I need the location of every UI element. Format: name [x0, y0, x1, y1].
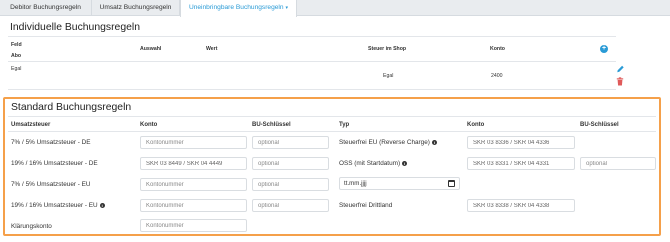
typ-label: Steuerfrei EU (Reverse Charge) i	[339, 139, 437, 146]
divider	[8, 36, 616, 37]
column-header-konto: Konto	[490, 46, 505, 52]
column-header-wert: Wert	[206, 46, 218, 52]
column-header-bu-schluessel: BU-Schlüssel	[252, 122, 291, 128]
row-label: Klärungskonto	[11, 223, 52, 230]
bu-schluessel-input[interactable]	[252, 136, 329, 149]
column-header-umsatzsteuer: Umsatzsteuer	[11, 122, 51, 128]
caret-down-icon: ▾	[285, 5, 289, 11]
info-icon[interactable]: i	[402, 160, 408, 166]
konto-input[interactable]	[140, 199, 247, 212]
cell-konto: 2400	[491, 73, 503, 79]
konto-input[interactable]	[140, 136, 247, 149]
konto-input[interactable]	[140, 157, 247, 170]
typ-label: Steuerfrei Drittland	[339, 202, 393, 209]
typ-text: OSS (mit Startdatum)	[339, 160, 401, 167]
column-header-konto: Konto	[140, 122, 158, 128]
cell-steuer-im-shop: Egal	[383, 73, 394, 79]
info-icon[interactable]: i	[431, 139, 437, 145]
column-header-typ: Typ	[339, 122, 350, 128]
divider	[8, 131, 656, 132]
row-label: 7% / 5% Umsatzsteuer - EU	[11, 181, 91, 188]
info-icon[interactable]: i	[99, 202, 105, 208]
date-placeholder: tt.mm.jjjj	[344, 180, 367, 187]
typ-text: Steuerfrei EU (Reverse Charge)	[339, 139, 430, 146]
konto-2-input[interactable]	[467, 136, 575, 149]
trash-icon[interactable]	[616, 77, 624, 86]
row-label: 19% / 16% Umsatzsteuer - EU i	[11, 202, 105, 209]
pencil-icon[interactable]	[616, 65, 625, 73]
typ-label: OSS (mit Startdatum) i	[339, 160, 408, 167]
tab-uneinbringbare-buchungsregeln[interactable]: Uneinbringbare Buchungsregeln ▾	[180, 0, 297, 17]
start-date-input[interactable]: tt.mm.jjjj	[339, 177, 460, 190]
calendar-icon[interactable]	[448, 180, 455, 187]
plus-circle-icon[interactable]: +	[600, 45, 608, 53]
individual-rules-title: Individuelle Buchungsregeln	[10, 22, 140, 33]
bu-schluessel-input[interactable]	[252, 178, 329, 191]
column-header-bu-schluessel-2: BU-Schlüssel	[580, 122, 619, 128]
standard-rules-title: Standard Buchungsregeln	[11, 102, 132, 113]
bu-schluessel-input[interactable]	[252, 199, 329, 212]
tab-label: Uneinbringbare Buchungsregeln	[188, 4, 284, 11]
tab-debitor-buchungsregeln[interactable]: Debitor Buchungsregeln	[0, 0, 92, 16]
bu-schluessel-input[interactable]	[252, 157, 329, 170]
row-label: 19% / 16% Umsatzsteuer - DE	[11, 160, 98, 167]
column-header-auswahl: Auswahl	[140, 46, 162, 52]
klaerungskonto-input[interactable]	[140, 219, 247, 232]
column-header-abo: Abo	[11, 53, 22, 59]
divider	[8, 116, 656, 117]
column-header-konto-2: Konto	[467, 122, 485, 128]
konto-2-input[interactable]	[467, 157, 575, 170]
konto-2-input[interactable]	[467, 199, 575, 212]
tab-bar: Debitor Buchungsregeln Umsatz Buchungsre…	[0, 0, 670, 17]
bu-schluessel-2-input[interactable]	[580, 157, 656, 170]
cell-feld: Egal	[11, 66, 22, 72]
divider	[8, 61, 616, 62]
column-header-feld: Feld	[11, 42, 22, 48]
column-header-steuer-im-shop: Steuer im Shop	[368, 46, 407, 52]
row-label-text: 19% / 16% Umsatzsteuer - EU	[11, 202, 98, 209]
row-label: 7% / 5% Umsatzsteuer - DE	[11, 139, 91, 146]
divider	[8, 89, 616, 90]
konto-input[interactable]	[140, 178, 247, 191]
tab-umsatz-buchungsregeln[interactable]: Umsatz Buchungsregeln	[92, 0, 180, 16]
